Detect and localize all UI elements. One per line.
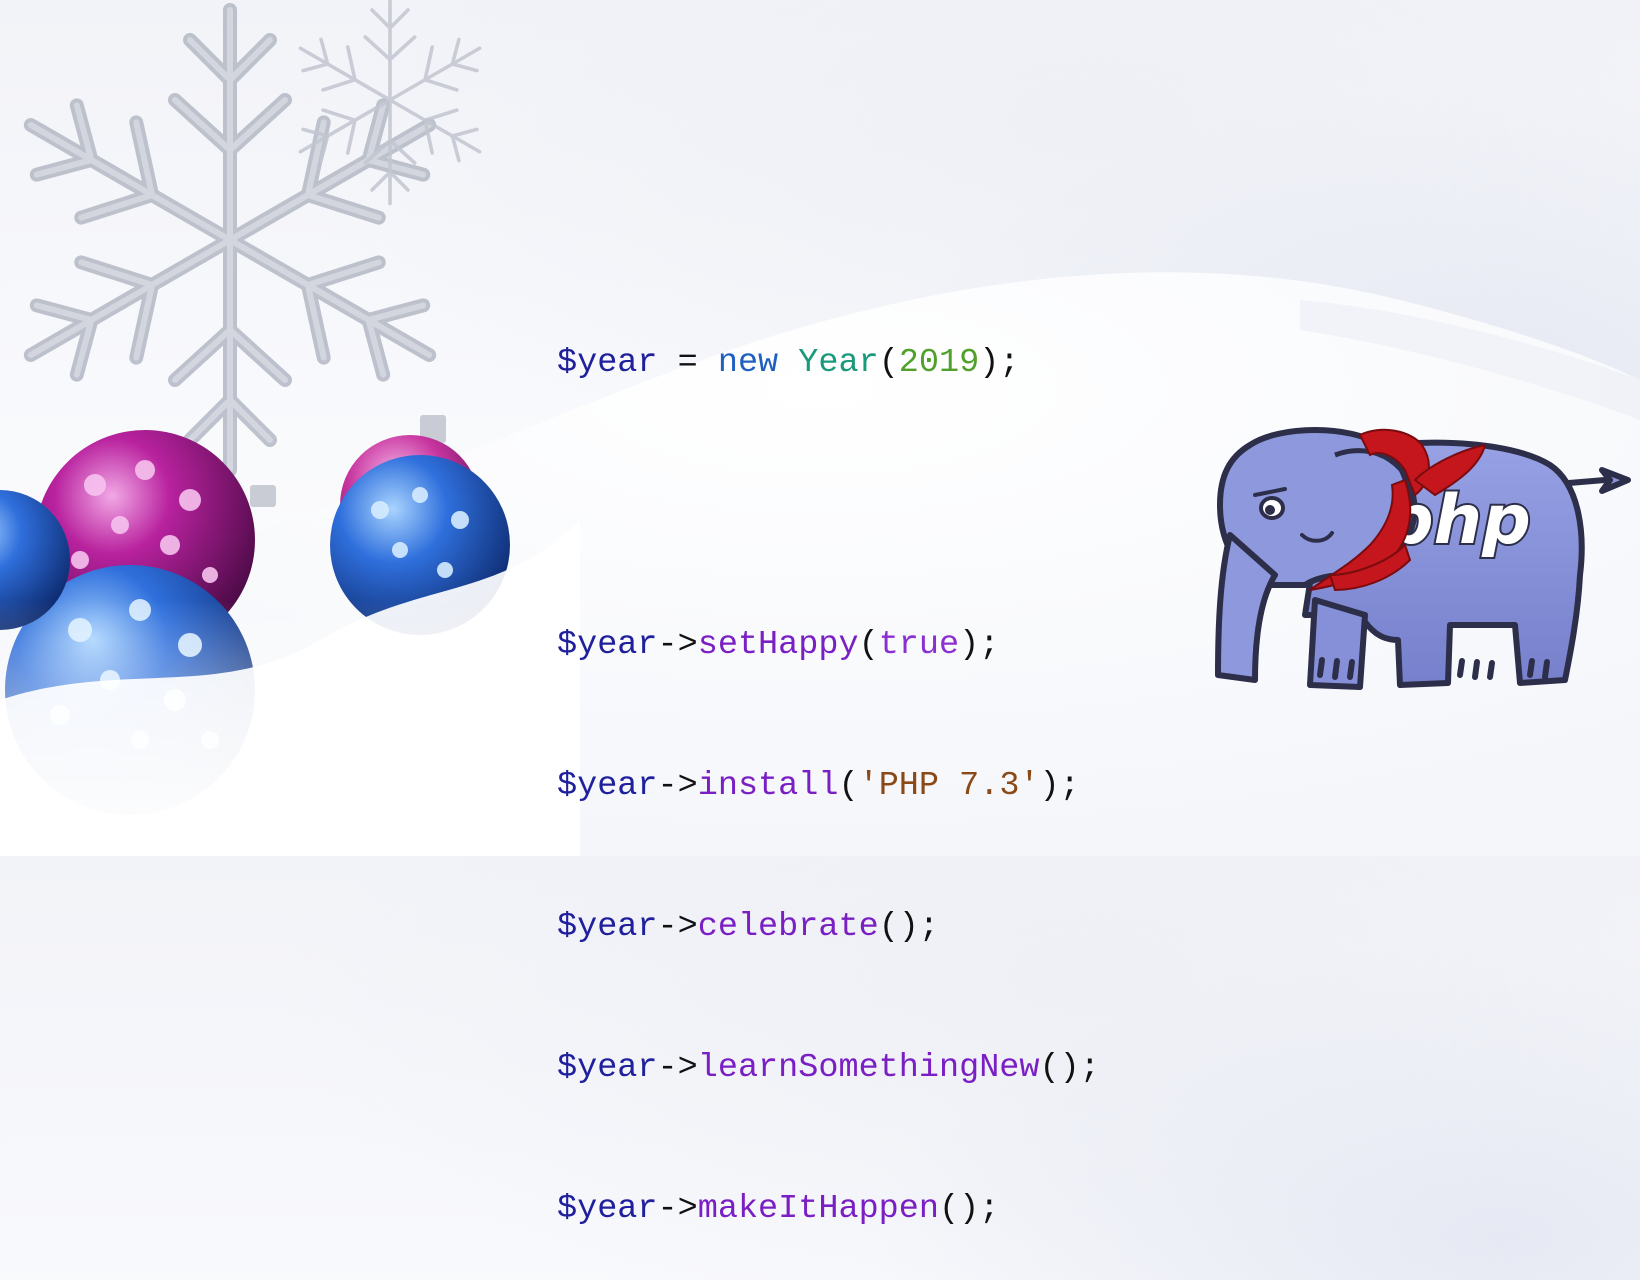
code-token: new bbox=[717, 344, 779, 382]
code-token: $year bbox=[557, 626, 658, 664]
code-token: ); bbox=[1039, 767, 1080, 805]
code-token: (); bbox=[1039, 1049, 1100, 1087]
code-line-6: $year->makeItHappen(); bbox=[557, 1186, 1100, 1233]
code-token: ( bbox=[838, 767, 859, 805]
code-token: ( bbox=[878, 344, 899, 382]
php-elephant-icon: php bbox=[1215, 427, 1631, 690]
code-token: setHappy bbox=[697, 626, 859, 664]
code-line-5: $year->learnSomethingNew(); bbox=[557, 1045, 1100, 1092]
code-token: ( bbox=[858, 626, 879, 664]
code-token: -> bbox=[657, 626, 698, 664]
code-token: -> bbox=[657, 767, 698, 805]
code-token: Year bbox=[798, 344, 879, 382]
code-token: true bbox=[878, 626, 960, 664]
code-token: 'PHP 7.3' bbox=[858, 767, 1040, 805]
code-token: -> bbox=[657, 1190, 698, 1228]
code-line-3: $year->install('PHP 7.3'); bbox=[557, 763, 1100, 810]
code-line-1: $year = new Year(2019); bbox=[557, 340, 1100, 387]
code-token: install bbox=[697, 767, 839, 805]
code-token: $year bbox=[557, 767, 658, 805]
code-token: $year bbox=[557, 344, 658, 382]
code-token: $year bbox=[557, 908, 658, 946]
code-token: 2019 bbox=[898, 344, 980, 382]
code-snippet: $year = new Year(2019); $year->setHappy(… bbox=[557, 246, 1100, 1280]
code-token: (); bbox=[939, 1190, 1000, 1228]
code-token: = bbox=[657, 344, 718, 382]
code-token: (); bbox=[878, 908, 939, 946]
code-token: ); bbox=[959, 626, 1000, 664]
code-token: makeItHappen bbox=[697, 1190, 939, 1228]
code-line-4: $year->celebrate(); bbox=[557, 904, 1100, 951]
christmas-decoration bbox=[0, 0, 580, 856]
code-token: celebrate bbox=[697, 908, 879, 946]
code-token: -> bbox=[657, 908, 698, 946]
code-line-2: $year->setHappy(true); bbox=[557, 622, 1100, 669]
code-token: $year bbox=[557, 1049, 658, 1087]
code-token: -> bbox=[657, 1049, 698, 1087]
code-token: ); bbox=[979, 344, 1020, 382]
code-token: $year bbox=[557, 1190, 658, 1228]
code-token: learnSomethingNew bbox=[697, 1049, 1040, 1087]
